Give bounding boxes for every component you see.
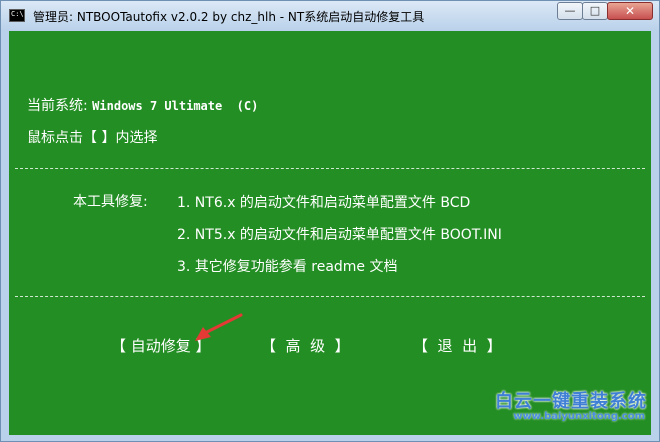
maximize-button[interactable]: □ [582,2,608,20]
minimize-button[interactable]: — [557,2,583,20]
console-area: 当前系统: Windows 7 Ultimate (C) 鼠标点击【 】内选择 … [9,31,651,435]
app-window: C:\ 管理员: NTBOOTautofix v2.0.2 by chz_hlh… [0,0,660,442]
watermark-brand: 白云一键重装系统 [495,391,647,412]
close-icon: ✕ [624,4,636,18]
window-title: 管理员: NTBOOTautofix v2.0.2 by chz_hlh - N… [33,10,425,24]
watermark-url: www.baiyunxitong.com [513,411,645,422]
minimize-icon: — [564,4,576,17]
close-button[interactable]: ✕ [607,2,653,20]
console-icon: C:\ [9,9,25,22]
title-bar[interactable]: C:\ 管理员: NTBOOTautofix v2.0.2 by chz_hlh… [1,1,659,31]
maximize-icon: □ [589,4,601,17]
console-icon-text: C:\ [11,10,24,18]
annotation-arrow-icon [195,313,243,341]
